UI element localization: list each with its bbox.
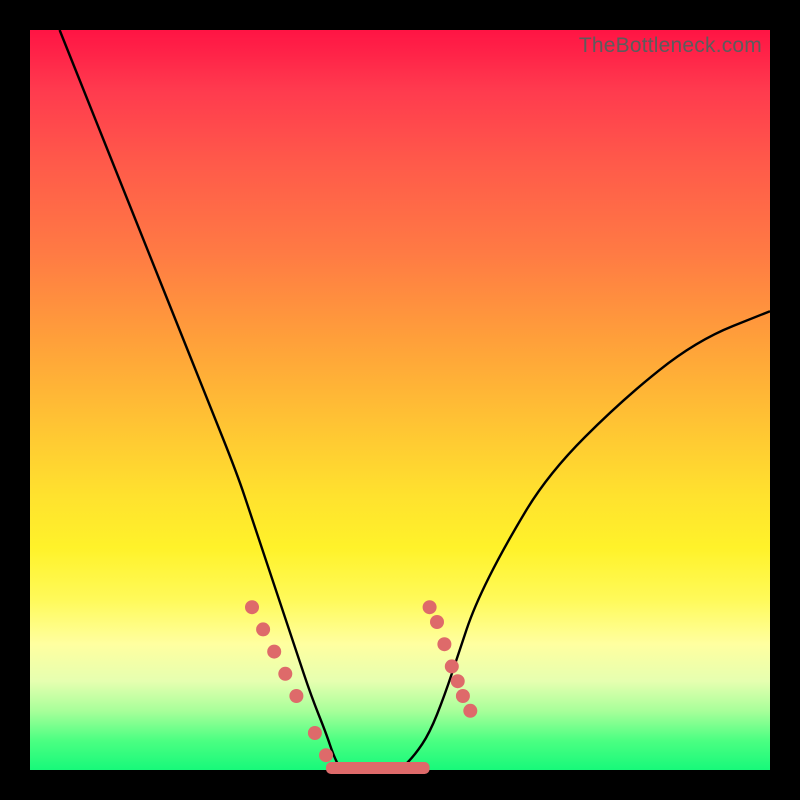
marker-dot bbox=[456, 689, 470, 703]
marker-dot bbox=[267, 645, 281, 659]
marker-dot bbox=[463, 704, 477, 718]
right-marker-group bbox=[423, 600, 478, 718]
marker-dot bbox=[308, 726, 322, 740]
curve-svg bbox=[30, 30, 770, 770]
marker-dot bbox=[256, 622, 270, 636]
marker-dot bbox=[437, 637, 451, 651]
marker-dot bbox=[423, 600, 437, 614]
bottom-band bbox=[326, 762, 430, 774]
plot-area: TheBottleneck.com bbox=[30, 30, 770, 770]
marker-dot bbox=[289, 689, 303, 703]
left-marker-group bbox=[245, 600, 333, 762]
bottleneck-curve bbox=[60, 30, 770, 770]
marker-dot bbox=[430, 615, 444, 629]
marker-dot bbox=[319, 748, 333, 762]
marker-dot bbox=[245, 600, 259, 614]
marker-dot bbox=[278, 667, 292, 681]
marker-dot bbox=[451, 674, 465, 688]
marker-dot bbox=[445, 659, 459, 673]
chart-container: TheBottleneck.com bbox=[0, 0, 800, 800]
